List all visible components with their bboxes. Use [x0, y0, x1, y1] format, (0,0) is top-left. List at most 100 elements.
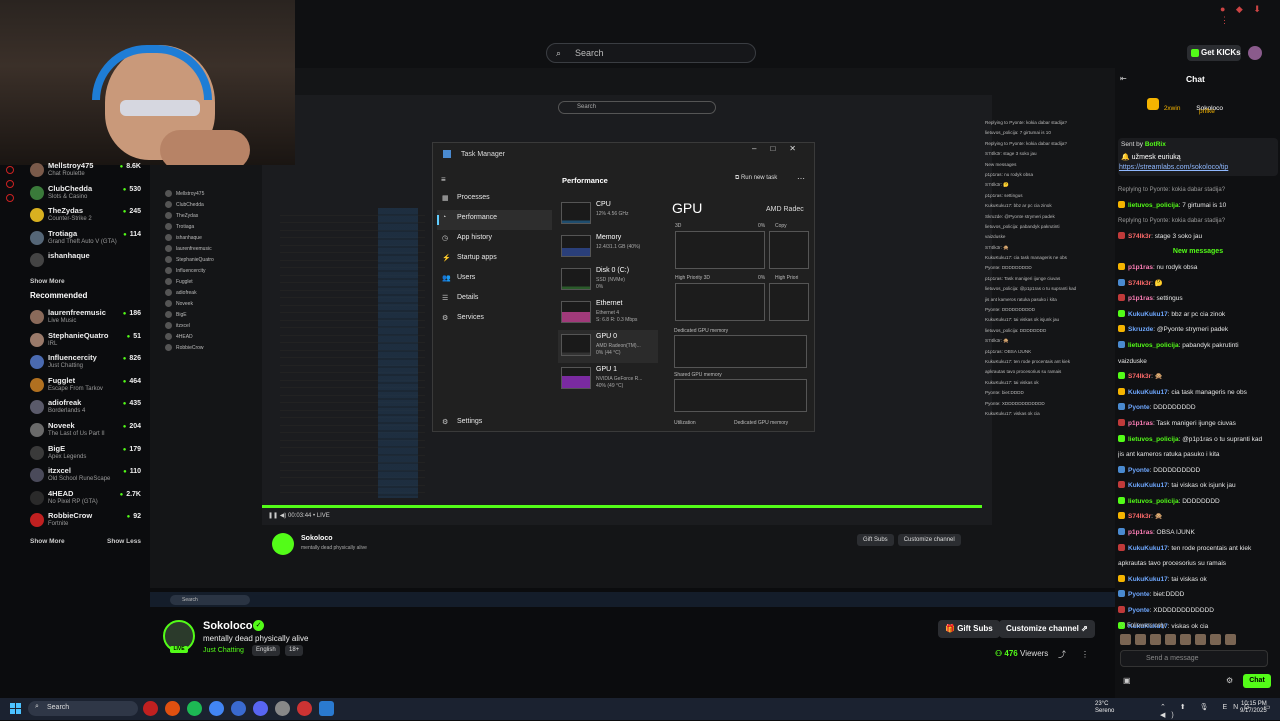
tm-nav-details[interactable]: ☰ Details: [437, 290, 552, 310]
chat-message[interactable]: S74lk3r: 🤔: [1118, 276, 1278, 292]
sidebar-channel[interactable]: Mellstroy475 Chat Roulette 8.6K: [22, 160, 147, 183]
show-less-button[interactable]: Show Less: [107, 533, 141, 551]
resource-gpu-1[interactable]: GPU 1 NVIDIA GeForce R... 40% (49 °C): [558, 363, 658, 396]
weather-widget[interactable]: 23°C Serenо: [1095, 701, 1114, 715]
chat-leaderboard[interactable]: 2xwin Sokoloco prifke: [1147, 98, 1223, 115]
chat-message[interactable]: lietuvos_policija: 7 girtumai is 10: [1118, 198, 1278, 214]
chat-message[interactable]: vaizduske: [1118, 354, 1278, 370]
chat-settings-icon[interactable]: ⚙: [1226, 676, 1233, 685]
chat-message[interactable]: Pyonte: DDDDDDDDDD: [1118, 463, 1278, 479]
chat-username[interactable]: KukuKuku17: [1128, 389, 1168, 396]
show-more-button[interactable]: Show More: [30, 538, 65, 545]
tm-nav-services[interactable]: ⚙ Services: [437, 310, 552, 330]
sidebar-channel[interactable]: BigE Apex Legends 179: [22, 443, 147, 466]
tm-nav-processes[interactable]: ▦ Processes: [437, 190, 552, 210]
chat-username[interactable]: Pyonte: [1128, 404, 1150, 411]
chat-message[interactable]: lietuvos_policija: DDDDDDDD: [1118, 494, 1278, 510]
sidebar-channel[interactable]: Fugglet Escape From Tarkov 464: [22, 375, 147, 398]
chat-username[interactable]: KukuKuku17: [1128, 576, 1168, 583]
chat-message[interactable]: jis ant kameros ratuka pasuko i kita: [1118, 447, 1278, 463]
chat-username[interactable]: p1p1ras: [1128, 420, 1153, 427]
window-controls[interactable]: –□✕: [752, 144, 810, 153]
chat-message[interactable]: S74lk3r: 🙊: [1118, 509, 1278, 525]
chat-username[interactable]: S74lk3r: [1128, 280, 1151, 287]
sidebar-channel[interactable]: StephanieQuatro IRL 51: [22, 330, 147, 353]
chat-send-button[interactable]: Chat: [1243, 674, 1271, 688]
user-avatar[interactable]: [1248, 46, 1262, 60]
chat-username[interactable]: Pyonte: [1128, 607, 1150, 614]
chat-message[interactable]: apkrautas tavo procesorius su ramais: [1118, 556, 1278, 572]
reply-context[interactable]: Replying to Pyonte: kokia dabar stadija?: [1118, 213, 1278, 229]
player-controls[interactable]: ❚❚ ◀) 00:03:44 • LIVE: [268, 512, 330, 519]
chat-message[interactable]: KukuKuku17: tai viskas ok isjunk jau: [1118, 478, 1278, 494]
chat-username[interactable]: KukuKuku17: [1128, 545, 1168, 552]
pinned-link[interactable]: https://streamlabs.com/sokoloco/tip: [1119, 164, 1228, 171]
tm-nav-startup-apps[interactable]: ⚡ Startup apps: [437, 250, 552, 270]
chat-rewards-icon[interactable]: ▣: [1123, 676, 1131, 685]
chat-message[interactable]: Pyonte: XDDDDDDDDDDDD: [1118, 603, 1278, 619]
sidebar-channel[interactable]: adiofreak Borderlands 4 435: [22, 397, 147, 420]
chat-username[interactable]: p1p1ras: [1128, 264, 1153, 271]
tag-age[interactable]: 18+: [285, 645, 304, 656]
chat-message[interactable]: p1p1ras: Task manigeri ijunge ciuvas: [1118, 416, 1278, 432]
chat-message[interactable]: lietuvos_policija: pabandyk pakrutinti: [1118, 338, 1278, 354]
chat-username[interactable]: S74lk3r: [1128, 513, 1151, 520]
chat-message[interactable]: KukuKuku17: tai viskas ok: [1118, 572, 1278, 588]
browser-toolbar-icons[interactable]: ● ◆ ⬇ ⋮: [1220, 4, 1280, 26]
reply-context[interactable]: Replying to Pyonte: kokia dabar stadija?: [1118, 182, 1278, 198]
stream-category[interactable]: Just Chatting: [203, 647, 244, 654]
chat-message[interactable]: KukuKuku17: cia task manageris ne obs: [1118, 385, 1278, 401]
chat-message[interactable]: p1p1ras: nu rodyk obsa: [1118, 260, 1278, 276]
sidebar-channel[interactable]: TheZydas Counter-Strike 2 245: [22, 205, 147, 228]
chat-message[interactable]: Pyonte: biet:DDDD: [1118, 587, 1278, 603]
chat-username[interactable]: KukuKuku17: [1128, 482, 1168, 489]
tag-language[interactable]: English: [252, 645, 280, 656]
sidebar-channel[interactable]: Trotiaga Grand Theft Auto V (GTA) 114: [22, 228, 147, 251]
chat-username[interactable]: lietuvos_policija: [1128, 498, 1179, 505]
resource-ethernet[interactable]: Ethernet Ethernet 4 S: 6.8 R: 0.3 Mbps: [558, 297, 658, 330]
collapse-chat-icon[interactable]: ⇤: [1120, 74, 1127, 83]
chat-message[interactable]: Pyonte: DDDDDDDDD: [1118, 400, 1278, 416]
sidebar-channel[interactable]: itzxcel Old School RuneScape 110: [22, 465, 147, 488]
tm-nav-performance[interactable]: ◔ Performance: [437, 210, 552, 230]
sidebar-channel[interactable]: RobbieCrow Fortnite 92: [22, 510, 147, 533]
more-icon[interactable]: ⋯: [797, 174, 805, 183]
emote-bar[interactable]: [1120, 632, 1240, 650]
chat-username[interactable]: KukuKuku17: [1128, 311, 1168, 318]
chat-username[interactable]: Pyonte: [1128, 467, 1150, 474]
chat-username[interactable]: lietuvos_policija: [1128, 436, 1179, 443]
share-more-icons[interactable]: ⤴⋮: [1058, 649, 1104, 660]
player-progress-bar[interactable]: [262, 505, 982, 508]
customize-channel-button[interactable]: Customize channel ⇗: [999, 620, 1095, 638]
chat-username[interactable]: Pyonte: [1128, 591, 1150, 598]
tm-nav-app-history[interactable]: ◷ App history: [437, 230, 552, 250]
chat-username[interactable]: S74lk3r: [1128, 233, 1151, 240]
chat-username[interactable]: lietuvos_policija: [1128, 342, 1179, 349]
chat-message[interactable]: S74lk3r: 🙊: [1118, 369, 1278, 385]
run-new-task-button[interactable]: ⧉ Run new task: [735, 175, 777, 182]
streamer-name[interactable]: Sokoloco: [203, 620, 253, 632]
chat-message[interactable]: KukuKuku17: ten rode procentais ant kiek: [1118, 541, 1278, 557]
chat-username[interactable]: Skruzde: [1128, 326, 1153, 333]
chat-input[interactable]: Send a message: [1120, 650, 1268, 667]
resource-disk-0-c-[interactable]: Disk 0 (C:) SSD (NVMe) 0%: [558, 264, 658, 297]
gift-subs-button[interactable]: 🎁 Gift Subs: [938, 620, 1000, 638]
resource-gpu-0[interactable]: GPU 0 AMD Radeon(TM)... 0% (44 °C): [558, 330, 658, 363]
resource-cpu[interactable]: CPU 12% 4.56 GHz: [558, 198, 658, 231]
chat-username[interactable]: S74lk3r: [1128, 373, 1151, 380]
tm-settings[interactable]: ⚙ Settings: [437, 414, 552, 434]
chat-message[interactable]: KukuKuku17: bbz ar pc cia zinok: [1118, 307, 1278, 323]
hamburger-icon[interactable]: ≡: [441, 175, 446, 184]
sidebar-channel[interactable]: 4HEAD No Pixel RP (GTA) 2.7K: [22, 488, 147, 511]
get-kicks-button[interactable]: Get KICKs: [1187, 45, 1241, 61]
taskbar-apps[interactable]: [143, 701, 341, 721]
tm-nav-users[interactable]: 👥 Users: [437, 270, 552, 290]
sidebar-channel[interactable]: Noveek The Last of Us Part II 204: [22, 420, 147, 443]
sidebar-channel[interactable]: Influencercity Just Chatting 826: [22, 352, 147, 375]
chat-message[interactable]: Skruzde: @Pyonte strymeri padek: [1118, 322, 1278, 338]
chat-username[interactable]: p1p1ras: [1128, 529, 1153, 536]
resource-memory[interactable]: Memory 12.4/31.1 GB (40%): [558, 231, 658, 264]
windows-start-icon[interactable]: [10, 703, 21, 714]
chat-message[interactable]: lietuvos_policija: @p1p1ras o tu suprant…: [1118, 432, 1278, 448]
search-input[interactable]: ⌕ Search: [546, 43, 756, 63]
